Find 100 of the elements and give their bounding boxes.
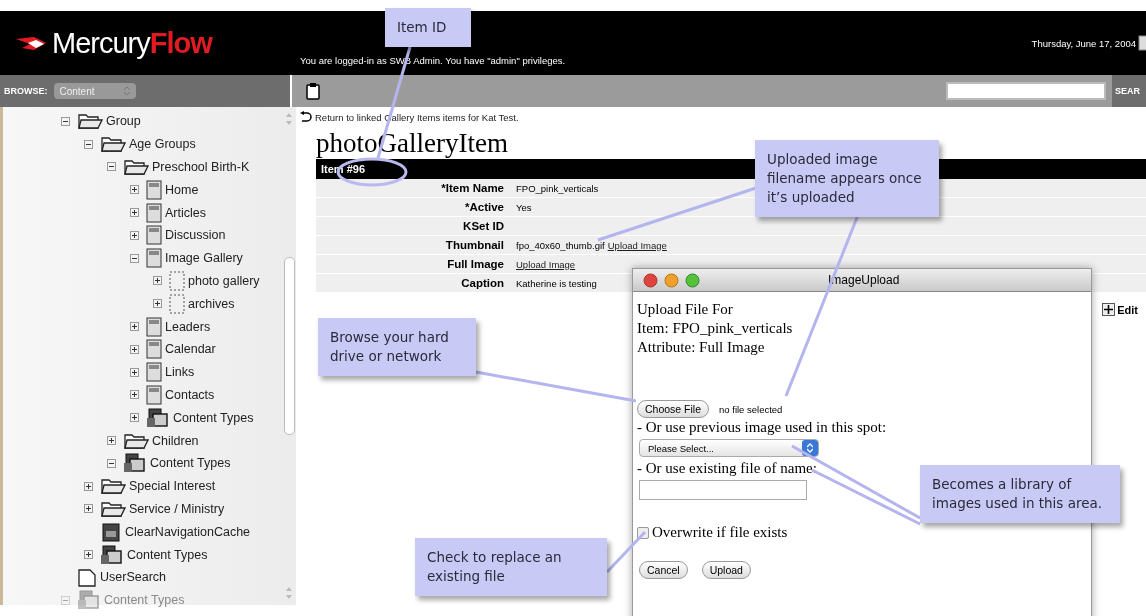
date-label: Thursday, June 17, 2004 xyxy=(1031,37,1136,49)
tree-item[interactable]: Image Gallery xyxy=(165,251,243,266)
browse-label: BROWSE: xyxy=(4,86,48,96)
field-label: Caption xyxy=(460,277,504,289)
minimize-icon[interactable] xyxy=(664,272,679,288)
callout-note: Becomes a library of images used in this area. xyxy=(920,465,1120,523)
tree-item[interactable]: Group xyxy=(106,114,141,129)
callout-note: Uploaded image filename appears once it’s uploaded xyxy=(755,140,939,217)
callout-note: Browse your hard drive or network xyxy=(318,318,476,376)
logo-text: MercuryFlow xyxy=(52,26,212,60)
zoom-icon[interactable] xyxy=(685,272,700,288)
tree-item[interactable]: Articles xyxy=(165,205,206,220)
field-label: *Active xyxy=(464,201,504,213)
search-button[interactable]: SEAR xyxy=(1112,75,1146,107)
expander-icon[interactable] xyxy=(84,504,93,514)
dialog-text: - Or use previous image used in this spot: xyxy=(637,418,888,437)
plus-icon[interactable] xyxy=(1102,303,1116,316)
tree-item[interactable]: Links xyxy=(165,365,195,380)
file-name-field[interactable] xyxy=(639,480,807,500)
folder-icon xyxy=(100,477,126,496)
expander-icon[interactable] xyxy=(107,436,116,446)
tree-item[interactable]: Special Interest xyxy=(129,479,216,494)
tree-item[interactable]: Calendar xyxy=(165,342,216,357)
field-value: Yes xyxy=(516,201,532,213)
expander-icon[interactable] xyxy=(84,481,93,491)
window-icon[interactable] xyxy=(1138,35,1146,51)
page-icon xyxy=(146,225,162,246)
expander-icon[interactable] xyxy=(153,276,162,286)
file-status: no file selected xyxy=(719,403,783,415)
dialog-text: Attribute: Full Image xyxy=(637,338,766,357)
expander-icon[interactable] xyxy=(84,550,93,560)
expander-icon[interactable] xyxy=(130,185,139,195)
expander-icon[interactable] xyxy=(130,322,139,332)
callout-note: Item ID xyxy=(385,8,471,47)
dialog-button[interactable]: Cancel xyxy=(639,561,688,579)
tree-item[interactable]: Home xyxy=(165,182,199,197)
page-icon xyxy=(146,248,162,269)
choose-file-button[interactable]: Choose File xyxy=(637,400,710,418)
page-icon xyxy=(146,384,162,405)
expander-icon[interactable] xyxy=(130,413,139,423)
field-value: Katherine is testing xyxy=(516,277,597,289)
tree-item[interactable]: Content Types xyxy=(173,410,254,425)
search-field[interactable] xyxy=(946,82,1106,100)
callout-note: Check to replace an existing file xyxy=(415,538,607,596)
dialog-text: Item: FPO_pink_verticals xyxy=(637,319,794,338)
upload-link[interactable]: Upload Image xyxy=(607,239,667,251)
tree-item[interactable]: Age Groups xyxy=(129,137,196,152)
dialog-text: Upload File For xyxy=(637,300,734,319)
tree-item[interactable]: Preschool Birth-K xyxy=(152,160,250,174)
stack-icon xyxy=(100,544,124,565)
tree-item[interactable]: photo gallery xyxy=(188,273,260,288)
folder-icon xyxy=(123,431,149,450)
tree-item[interactable]: UserSearch xyxy=(100,570,166,585)
dialog-title: ImageUpload xyxy=(828,273,900,287)
field-label: *Item Name xyxy=(440,182,504,194)
field-value: fpo_40x60_thumb.gif xyxy=(516,239,605,251)
expander-icon[interactable] xyxy=(61,116,70,126)
tree-item[interactable]: ClearNavigationCache xyxy=(125,524,251,539)
expander-icon[interactable] xyxy=(130,253,139,263)
tree-item[interactable]: Service / Ministry xyxy=(129,501,225,516)
scroll-thumb[interactable] xyxy=(283,257,295,435)
dialog-button[interactable]: Upload xyxy=(701,561,751,579)
page-heading: photoGalleryItem xyxy=(316,127,509,159)
tree-item[interactable]: Content Types xyxy=(127,547,208,562)
return-icon xyxy=(300,111,312,123)
upload-link[interactable]: Upload Image xyxy=(516,258,576,270)
page-icon xyxy=(146,339,162,360)
tree-item[interactable]: Discussion xyxy=(165,228,226,243)
folder-icon xyxy=(100,499,126,518)
document-icon xyxy=(77,567,97,588)
expander-icon[interactable] xyxy=(130,390,139,400)
image-select[interactable]: Please Select... xyxy=(639,439,819,457)
expander-icon[interactable] xyxy=(130,367,139,377)
tree-item[interactable]: Leaders xyxy=(165,319,211,334)
folder-icon xyxy=(123,158,149,176)
page-icon xyxy=(146,316,162,337)
expander-icon[interactable] xyxy=(107,458,116,468)
expander-icon[interactable] xyxy=(130,344,139,354)
expander-icon[interactable] xyxy=(107,162,116,172)
checkbox-label: Overwrite if file exists xyxy=(652,524,788,541)
clipboard-icon[interactable] xyxy=(306,82,320,100)
folder-icon xyxy=(77,112,103,131)
page-icon xyxy=(146,202,162,223)
tree-item[interactable]: archives xyxy=(188,296,235,311)
expander-icon[interactable] xyxy=(153,299,162,309)
edit-link[interactable]: Edit xyxy=(1117,303,1138,316)
page-icon xyxy=(146,362,162,383)
expander-icon[interactable] xyxy=(84,139,93,149)
expander-icon[interactable] xyxy=(130,230,139,240)
tree-item[interactable]: Children xyxy=(152,433,199,448)
field-label: Thumbnail xyxy=(444,239,504,251)
expander-icon[interactable] xyxy=(130,208,139,218)
leader-line xyxy=(605,530,647,574)
field-label: Full Image xyxy=(446,258,504,270)
tree-item[interactable]: Contacts xyxy=(165,387,215,402)
tree-item[interactable]: Content Types xyxy=(150,456,231,471)
close-icon[interactable] xyxy=(643,272,658,288)
stepper-icon xyxy=(807,443,813,453)
stepper-icon xyxy=(123,86,130,96)
cabinet-icon xyxy=(100,521,122,542)
